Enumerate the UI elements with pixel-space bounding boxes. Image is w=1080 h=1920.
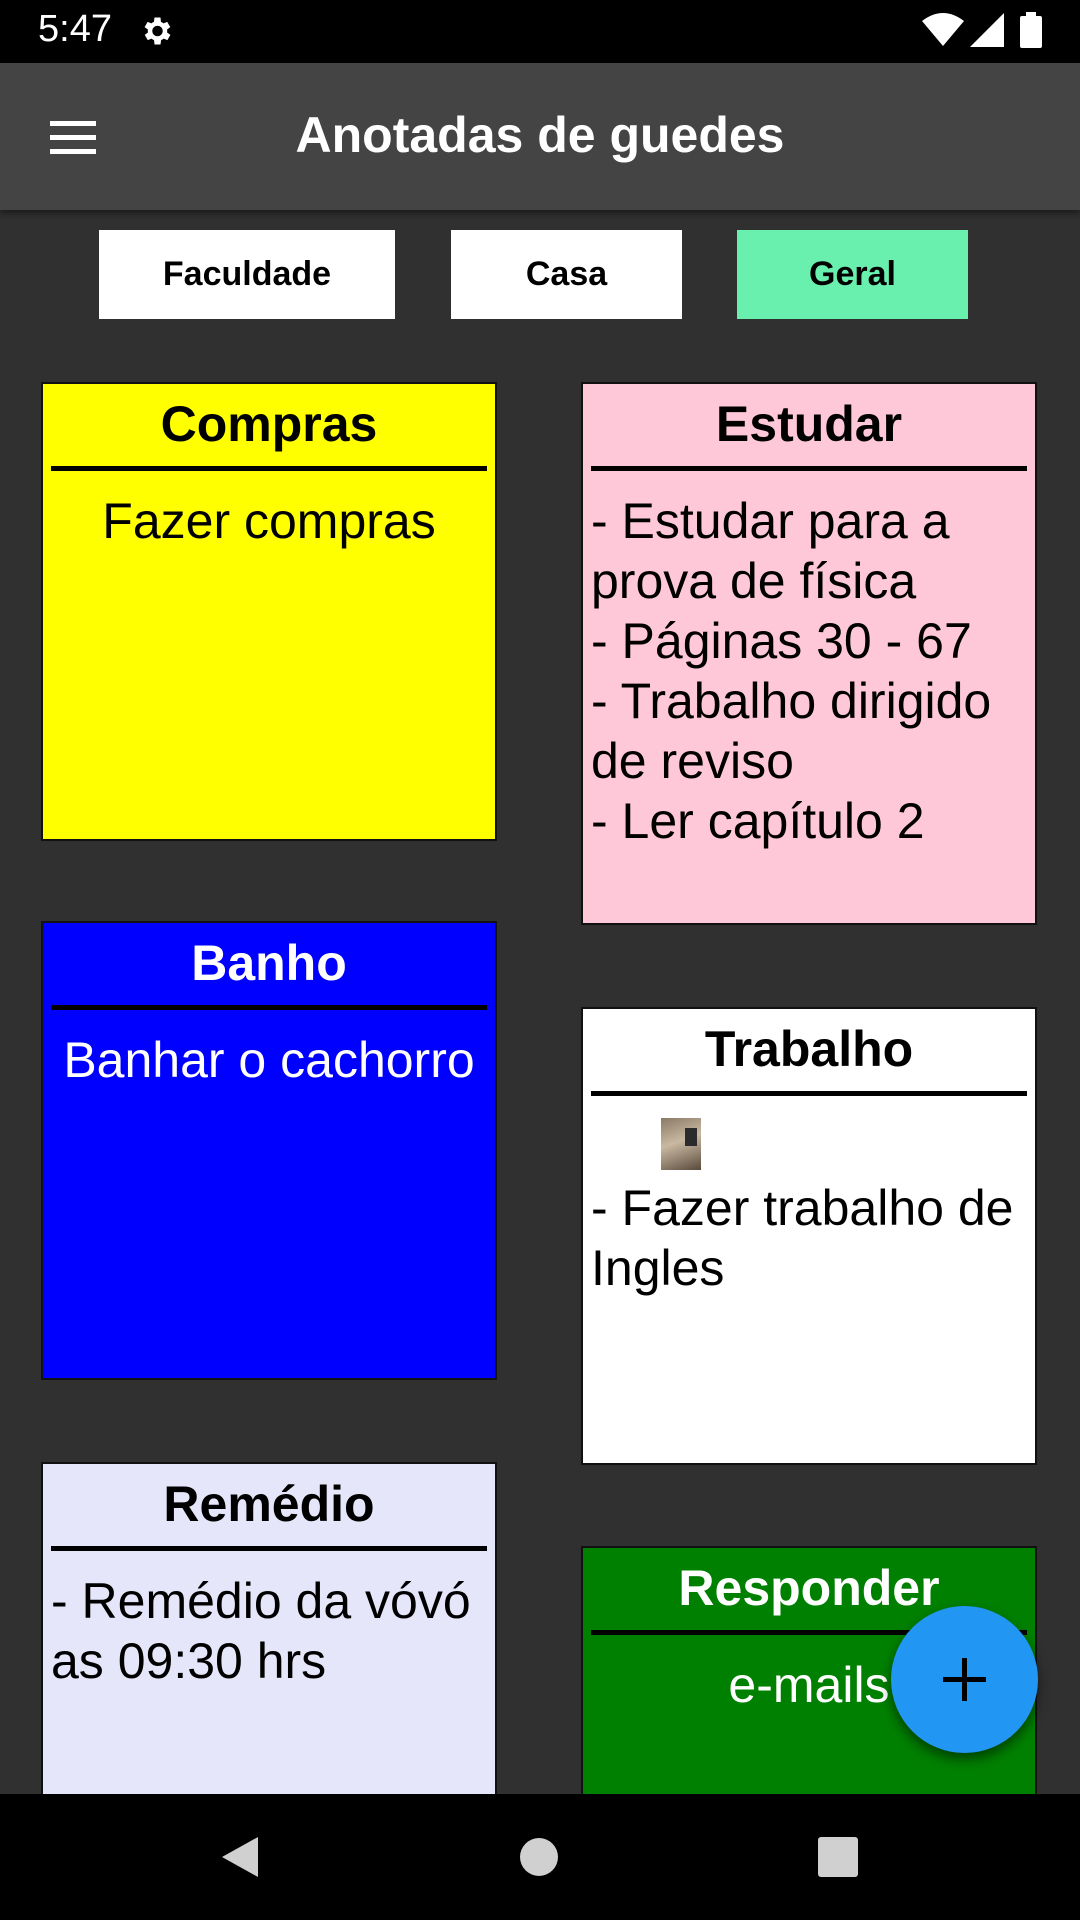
signal-icon xyxy=(970,13,1004,47)
tab-faculdade[interactable]: Faculdade xyxy=(99,230,395,319)
back-icon[interactable] xyxy=(210,1827,270,1887)
note-body: Banhar o cachorro xyxy=(63,1032,475,1088)
note-body: Fazer compras xyxy=(102,493,436,549)
tab-geral[interactable]: Geral xyxy=(737,230,968,319)
status-bar: 5:47 xyxy=(0,0,1080,63)
tab-casa[interactable]: Casa xyxy=(451,230,682,319)
note-card-banho[interactable]: Banho Banhar o cachorro xyxy=(41,921,497,1380)
note-title: Estudar xyxy=(715,396,903,452)
battery-icon xyxy=(1020,12,1042,48)
add-note-button[interactable] xyxy=(891,1606,1038,1753)
note-body: - Fazer trabalho de Ingles xyxy=(591,1180,1014,1296)
note-image-thumbnail xyxy=(661,1118,701,1170)
note-card-compras[interactable]: Compras Fazer compras xyxy=(41,382,497,841)
settings-icon xyxy=(144,17,171,45)
plus-icon xyxy=(943,1658,986,1701)
note-card-estudar[interactable]: Estudar - Estudar para a prova de física… xyxy=(581,382,1037,925)
status-time: 5:47 xyxy=(38,8,112,50)
wifi-icon xyxy=(922,13,964,46)
note-body: - Estudar para a prova de física - Págin… xyxy=(591,493,992,849)
note-title: Banho xyxy=(191,935,347,991)
note-title: Remédio xyxy=(163,1476,375,1532)
note-card-trabalho[interactable]: Trabalho - Fazer trabalho de Ingles xyxy=(581,1007,1037,1465)
note-card-remedio[interactable]: Remédio - Remédio da vóvó as 09:30 hrs xyxy=(41,1462,497,1822)
recents-icon[interactable] xyxy=(808,1827,868,1887)
note-body: - Remédio da vóvó as 09:30 hrs xyxy=(51,1573,471,1689)
home-icon[interactable] xyxy=(509,1827,569,1887)
note-title: Compras xyxy=(160,396,378,452)
app-bar: Anotadas de guedes xyxy=(0,63,1080,210)
note-title: Trabalho xyxy=(704,1021,914,1077)
note-divider xyxy=(591,1091,1027,1096)
navigation-bar xyxy=(0,1794,1080,1920)
app-title: Anotadas de guedes xyxy=(295,107,785,163)
